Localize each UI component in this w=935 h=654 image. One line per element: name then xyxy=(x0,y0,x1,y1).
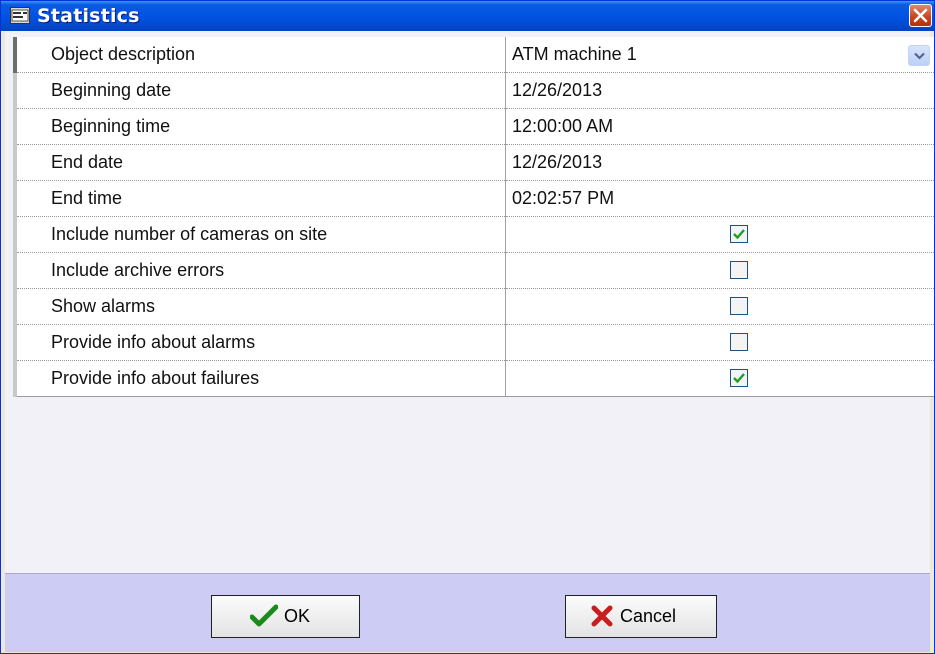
property-label: End date xyxy=(13,144,506,181)
checkbox[interactable] xyxy=(730,369,748,387)
property-grid: Object description ATM machine 1 Beginning… xyxy=(13,37,934,397)
object-select[interactable]: ATM machine 1 xyxy=(505,37,934,73)
button-bar: OK Cancel xyxy=(5,573,930,652)
property-row[interactable]: Beginning date 12/26/2013 xyxy=(13,72,934,109)
checkmark-icon xyxy=(249,604,279,633)
property-row[interactable]: Beginning time 12:00:00 AM xyxy=(13,108,934,145)
cancel-label: Cancel xyxy=(620,606,677,626)
title-bar[interactable]: Statistics xyxy=(1,1,934,31)
checkbox[interactable] xyxy=(730,225,748,243)
checkmark-icon xyxy=(733,373,745,384)
cancel-button[interactable]: Cancel xyxy=(565,595,717,638)
chevron-down-icon xyxy=(914,52,925,60)
property-row[interactable]: End date 12/26/2013 xyxy=(13,144,934,181)
property-value[interactable]: 12/26/2013 xyxy=(505,72,934,109)
property-row[interactable]: Include number of cameras on site xyxy=(13,216,934,253)
ok-button[interactable]: OK xyxy=(211,595,360,638)
property-row[interactable]: Object description ATM machine 1 xyxy=(13,37,934,73)
property-row[interactable]: Provide info about alarms xyxy=(13,324,934,361)
property-label: Show alarms xyxy=(13,288,506,325)
window-title: Statistics xyxy=(37,5,140,27)
property-value-cell xyxy=(505,288,934,325)
property-label: Beginning time xyxy=(13,108,506,145)
property-label: Include number of cameras on site xyxy=(13,216,506,253)
property-value-text: 12/26/2013 xyxy=(512,152,603,172)
dropdown-button[interactable] xyxy=(908,45,930,66)
property-row[interactable]: End time 02:02:57 PM xyxy=(13,180,934,217)
property-value-cell xyxy=(505,360,934,397)
close-icon xyxy=(913,8,928,23)
property-value-cell xyxy=(505,216,934,253)
property-value-text: 12/26/2013 xyxy=(512,80,603,100)
window-icon xyxy=(10,7,30,24)
property-label: Object description xyxy=(13,37,506,73)
property-value-text: 02:02:57 PM xyxy=(512,188,615,208)
property-row[interactable]: Include archive errors xyxy=(13,252,934,289)
property-value-text: 12:00:00 AM xyxy=(512,116,614,136)
ok-label: OK xyxy=(284,606,311,626)
checkbox[interactable] xyxy=(730,261,748,279)
x-icon xyxy=(590,604,614,633)
checkbox[interactable] xyxy=(730,297,748,315)
statistics-dialog: Statistics Object description ATM machine… xyxy=(0,0,935,654)
property-value[interactable]: 12:00:00 AM xyxy=(505,108,934,145)
property-row[interactable]: Provide info about failures xyxy=(13,360,934,397)
property-label: Provide info about failures xyxy=(13,360,506,397)
checkbox[interactable] xyxy=(730,333,748,351)
property-value-cell xyxy=(505,252,934,289)
property-label: End time xyxy=(13,180,506,217)
close-button[interactable] xyxy=(909,4,932,27)
property-label: Include archive errors xyxy=(13,252,506,289)
property-label: Provide info about alarms xyxy=(13,324,506,361)
property-value[interactable]: 12/26/2013 xyxy=(505,144,934,181)
property-value-text: ATM machine 1 xyxy=(512,44,637,64)
property-value-cell xyxy=(505,324,934,361)
property-label: Beginning date xyxy=(13,72,506,109)
checkmark-icon xyxy=(733,229,745,240)
property-row[interactable]: Show alarms xyxy=(13,288,934,325)
property-value[interactable]: 02:02:57 PM xyxy=(505,180,934,217)
